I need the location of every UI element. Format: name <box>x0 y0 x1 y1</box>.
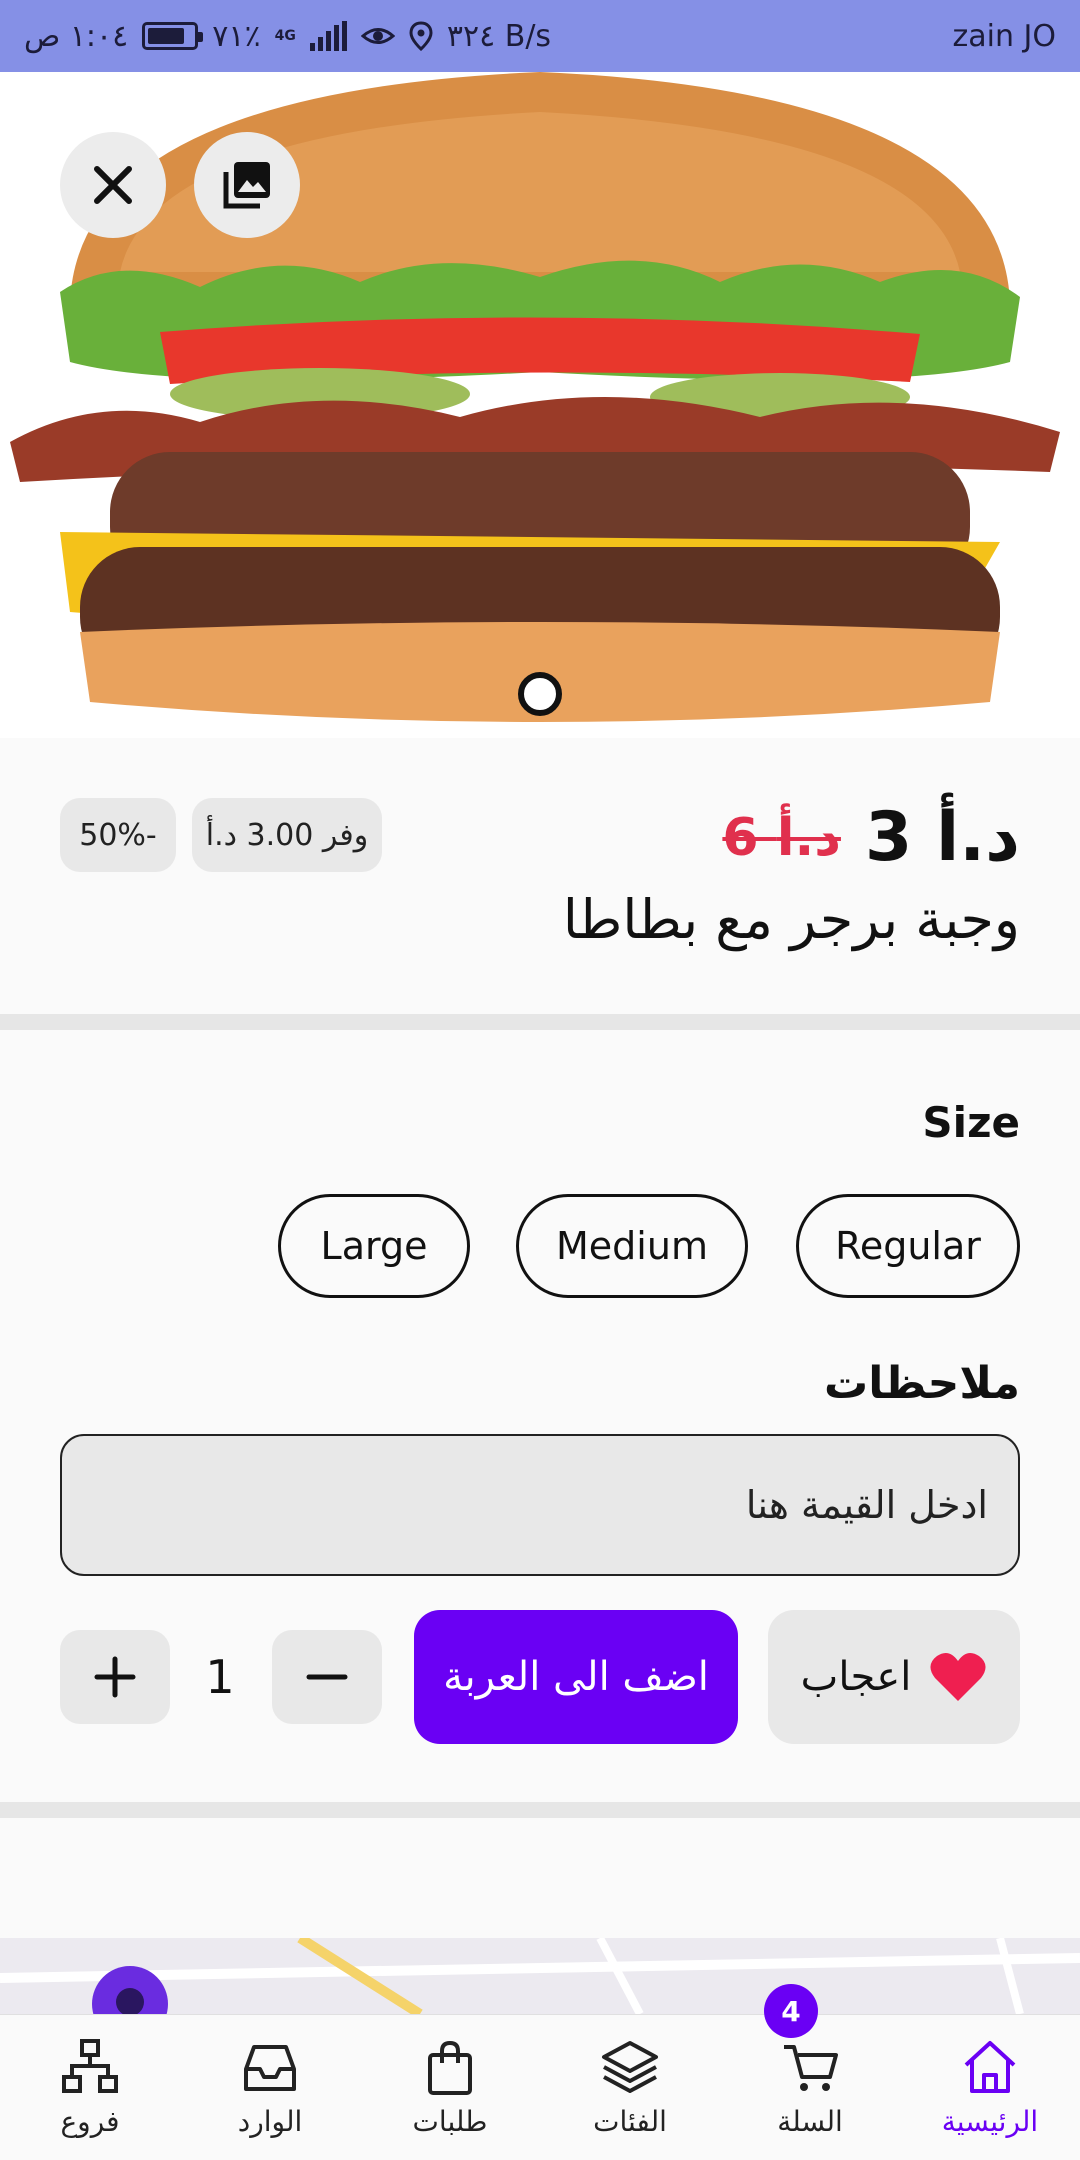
location-icon <box>409 21 433 51</box>
price-row: 6 د.أ د.أ 3 <box>722 798 1020 877</box>
clock: ١:٠٤ ص <box>24 18 129 54</box>
like-button[interactable]: اعجاب <box>768 1610 1020 1744</box>
discount-badge: 50%- <box>60 798 176 872</box>
carrier-name: zain JO <box>952 18 1056 54</box>
quantity-value: 1 <box>205 1650 235 1704</box>
nav-categories[interactable]: الفئات <box>540 2015 720 2160</box>
status-left: ١:٠٤ ص ٧١٪ 4G ٣٢٤ B/s <box>24 19 551 54</box>
increase-quantity-button[interactable] <box>60 1630 170 1724</box>
nav-branches-label: فروع <box>60 2105 120 2138</box>
nav-orders-label: طلبات <box>412 2105 488 2138</box>
heart-icon <box>930 1652 986 1701</box>
carousel-indicator[interactable] <box>518 672 562 716</box>
battery-level: ٧١٪ <box>212 18 261 54</box>
like-label: اعجاب <box>800 1654 912 1700</box>
current-price: د.أ 3 <box>864 798 1020 877</box>
old-price: 6 د.أ <box>722 807 841 868</box>
decrease-quantity-button[interactable] <box>272 1630 382 1724</box>
nav-home[interactable]: الرئيسية <box>900 2015 1080 2160</box>
inbox-icon <box>244 2045 296 2091</box>
notes-title: ملاحظات <box>824 1358 1020 1409</box>
status-bar: ١:٠٤ ص ٧١٪ 4G ٣٢٤ B/s zain JO <box>0 0 1080 72</box>
eye-icon <box>360 28 395 44</box>
nav-cart-label: السلة <box>777 2105 843 2138</box>
network-speed: ٣٢٤ B/s <box>446 18 552 54</box>
nav-branches[interactable]: فروع <box>0 2015 180 2160</box>
size-option-medium[interactable]: Medium <box>516 1194 748 1298</box>
minus-icon <box>306 1674 348 1680</box>
nav-inbox[interactable]: الوارد <box>180 2015 360 2160</box>
home-icon <box>964 2041 1016 2093</box>
product-title: وجبة برجر مع بطاطا <box>562 888 1020 951</box>
plus-icon <box>94 1656 136 1698</box>
nav-cart[interactable]: السلة <box>720 2015 900 2160</box>
section-divider <box>0 1802 1080 1818</box>
network-type: 4G <box>274 28 296 44</box>
nav-home-label: الرئيسية <box>941 2105 1039 2138</box>
shopping-bag-icon <box>428 2040 472 2095</box>
close-button[interactable] <box>60 132 166 238</box>
battery-icon <box>142 22 204 50</box>
nav-categories-label: الفئات <box>593 2105 667 2138</box>
nav-orders[interactable]: طلبات <box>360 2015 540 2160</box>
product-info: 6 د.أ د.أ 3 وجبة برجر مع بطاطا وفر 3.00 … <box>0 738 1080 1014</box>
size-option-large[interactable]: Large <box>278 1194 470 1298</box>
product-image <box>0 72 1080 738</box>
gallery-icon <box>223 162 270 209</box>
signal-icon <box>309 21 347 51</box>
cart-count-badge: 4 <box>764 1984 818 2038</box>
section-divider <box>0 1014 1080 1030</box>
savings-badge: وفر 3.00 د.أ <box>192 798 382 872</box>
notes-input[interactable]: ادخل القيمة هنا <box>60 1434 1020 1576</box>
gallery-button[interactable] <box>194 132 300 238</box>
size-option-regular[interactable]: Regular <box>796 1194 1020 1298</box>
cart-icon <box>784 2045 838 2091</box>
branches-icon <box>62 2039 118 2093</box>
bottom-navigation: الرئيسية السلة الفئات طلبات الوارد فروع <box>0 2014 1080 2160</box>
map-preview[interactable] <box>0 1938 1080 2014</box>
close-icon <box>94 166 132 204</box>
nav-inbox-label: الوارد <box>237 2105 303 2138</box>
add-to-cart-button[interactable]: اضف الى العربة <box>414 1610 738 1744</box>
size-title: Size <box>922 1098 1020 1147</box>
layers-icon <box>602 2041 658 2093</box>
